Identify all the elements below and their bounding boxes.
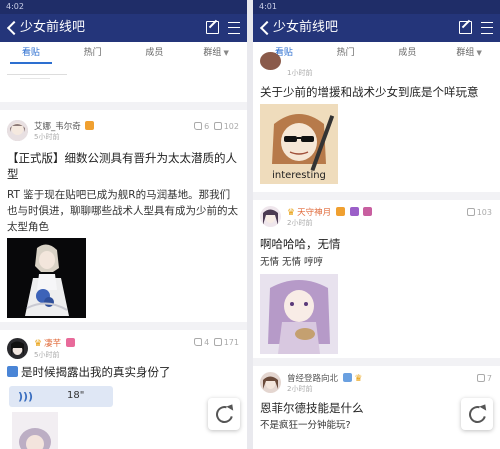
comment-icon[interactable] (466, 208, 475, 216)
right-screen: 4:01 少女前线吧 看贴 热门 成员 群组 ▼ 1小时前 关于少前的增援和战术少… (253, 0, 500, 449)
status-bar: 4:01 (253, 0, 500, 14)
comment-icon[interactable] (213, 122, 222, 130)
voice-post-icon (7, 366, 18, 377)
comment-count: 7 (486, 374, 492, 383)
like-count: 4 (204, 338, 210, 347)
post-body: 不是疯狂一分钟能玩? (260, 420, 351, 431)
post-time: 5小时前 (34, 351, 60, 359)
post-title[interactable]: 关于少前的增援和战术少女到底是个咩玩意 (260, 84, 493, 100)
comment-icon[interactable] (476, 374, 485, 382)
avatar[interactable] (7, 338, 28, 359)
author-name: 凄芊 (44, 339, 62, 349)
post-author[interactable]: ♛ 天守神月 (287, 206, 373, 218)
like-icon[interactable] (194, 338, 203, 346)
crown-icon: ♛ (34, 339, 43, 349)
post-author[interactable]: 艾娜_韦尔奇 (34, 120, 95, 132)
avatar[interactable] (260, 206, 281, 227)
post-title: 是时候揭露出我的真实身份了 (21, 365, 171, 379)
post-card[interactable]: 1小时前 关于少前的增援和战术少女到底是个咩玩意 interesting (253, 52, 500, 192)
avatar[interactable] (260, 52, 281, 70)
comment-icon[interactable] (213, 338, 222, 346)
sound-wave-icon: ))) (18, 390, 34, 403)
tab-groups-label: 群组 (203, 48, 222, 58)
post-stats: 7 (475, 374, 492, 383)
image-divider (343, 274, 351, 354)
status-bar: 4:02 (0, 0, 247, 14)
post-title[interactable]: 恩菲尔德技能是什么 (260, 400, 493, 416)
author-name: 艾娜_韦尔奇 (34, 122, 81, 132)
post-image[interactable] (7, 238, 86, 318)
post-stats: 103 (465, 208, 492, 217)
post-image[interactable] (260, 274, 338, 354)
tab-bar: 看贴 热门 成员 群组 ▼ (0, 42, 247, 65)
post-title-row[interactable]: 是时候揭露出我的真实身份了 (7, 364, 240, 380)
image-caption: interesting (272, 170, 326, 181)
avatar[interactable] (260, 372, 281, 393)
comment-count: 103 (476, 208, 492, 217)
compose-icon[interactable] (206, 21, 219, 34)
post-author[interactable]: ♛ 凄芊 (34, 337, 75, 349)
left-screen: 4:02 少女前线吧 看贴 热门 成员 群组 ▼ 艾娜_韦尔奇 5小时前 6 1… (0, 0, 247, 449)
tab-posts[interactable]: 看贴 (0, 42, 62, 64)
post-image[interactable]: interesting (260, 104, 338, 184)
chevron-down-icon: ▼ (223, 49, 229, 57)
nav-bar: 少女前线吧 (0, 14, 247, 42)
member-badge-icon (342, 373, 352, 382)
menu-icon[interactable] (228, 22, 240, 34)
post-title[interactable]: 【正式版】细数公测具有晋升为太太潜质的人型 (7, 150, 240, 182)
refresh-button[interactable] (461, 398, 493, 430)
post-author[interactable]: 曾经登路向北 ♛ (287, 372, 365, 384)
avatar[interactable] (7, 120, 28, 141)
nav-bar: 少女前线吧 (253, 14, 500, 42)
list-item[interactable] (0, 64, 247, 102)
post-card[interactable]: ♛ 天守神月 2小时前 103 啊哈哈哈，无情 无情 无情 哼哼 (253, 200, 500, 358)
member-badge-icon (349, 207, 359, 216)
post-body: 无情 无情 哼哼 (260, 257, 324, 268)
comment-count: 171 (223, 338, 239, 347)
like-icon[interactable] (194, 122, 203, 130)
menu-icon[interactable] (481, 22, 493, 34)
author-name: 天守神月 (297, 208, 332, 218)
forum-title: 少女前线吧 (273, 20, 339, 35)
post-stats: 6 102 (192, 122, 239, 131)
back-arrow-icon[interactable] (259, 20, 269, 36)
back-arrow-icon[interactable] (6, 20, 16, 36)
tab-groups[interactable]: 群组 ▼ (185, 42, 247, 64)
author-name: 曾经登路向北 (287, 374, 339, 384)
post-time: 2小时前 (287, 385, 313, 393)
comment-count: 102 (223, 122, 239, 131)
tab-groups[interactable]: 群组 ▼ (438, 42, 500, 64)
tab-members[interactable]: 成员 (124, 42, 186, 64)
post-title[interactable]: 啊哈哈哈，无情 (260, 236, 493, 252)
crown-icon: ♛ (354, 374, 363, 384)
tab-groups-label: 群组 (456, 48, 475, 58)
post-card[interactable]: ♛ 凄芊 5小时前 4 171 是时候揭露出我的真实身份了 ))) 18" (0, 330, 247, 449)
member-badge-icon (65, 338, 75, 347)
level-badge-icon (335, 207, 345, 216)
forum-title: 少女前线吧 (20, 20, 86, 35)
post-body: RT 鉴于现在贴吧已成为舰R的马润基地。那我们也与时俱进，聊聊哪些战术人型具有成… (7, 189, 238, 233)
post-time: 2小时前 (287, 219, 313, 227)
tab-hot[interactable]: 热门 (315, 42, 377, 64)
tab-members[interactable]: 成员 (377, 42, 439, 64)
post-image[interactable] (12, 412, 58, 449)
like-count: 6 (204, 122, 210, 131)
post-time: 1小时前 (287, 69, 313, 77)
post-feed: 艾娜_韦尔奇 5小时前 6 102 【正式版】细数公测具有晋升为太太潜质的人型 … (0, 64, 247, 449)
post-stats: 4 171 (192, 338, 239, 347)
post-time: 5小时前 (34, 133, 60, 141)
tab-hot[interactable]: 热门 (62, 42, 124, 64)
status-time: 4:02 (6, 2, 24, 11)
post-feed: 1小时前 关于少前的增援和战术少女到底是个咩玩意 interesting ♛ 天… (253, 52, 500, 449)
voice-duration: 18" (67, 390, 85, 401)
crown-icon: ♛ (287, 208, 296, 218)
voice-player[interactable]: ))) 18" (9, 386, 113, 407)
post-card[interactable]: 艾娜_韦尔奇 5小时前 6 102 【正式版】细数公测具有晋升为太太潜质的人型 … (0, 110, 247, 322)
chevron-down-icon: ▼ (476, 49, 482, 57)
member-badge-icon (363, 207, 373, 216)
level-badge-icon (85, 121, 95, 130)
status-time: 4:01 (259, 2, 277, 11)
compose-icon[interactable] (459, 21, 472, 34)
refresh-button[interactable] (208, 398, 240, 430)
